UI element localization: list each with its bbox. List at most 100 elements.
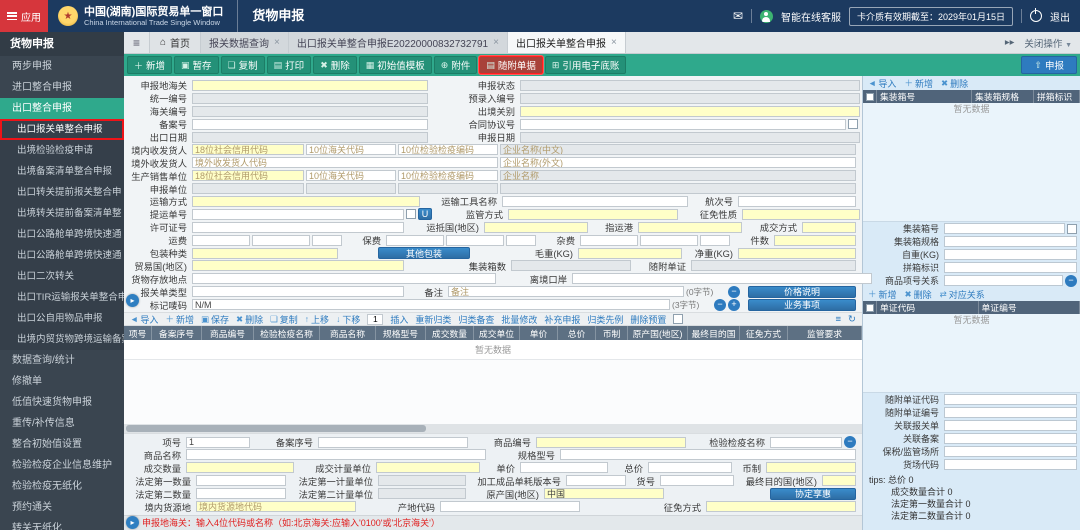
menu-icon[interactable]: ≡: [835, 314, 841, 325]
scrollbar-thumb[interactable]: [126, 425, 426, 432]
contract-checkbox[interactable]: [848, 119, 858, 129]
tab-export-declaration[interactable]: 出口报关单整合申报×: [508, 32, 626, 53]
print-button[interactable]: ▤打印: [267, 56, 312, 74]
mail-icon[interactable]: ✉: [733, 9, 743, 23]
sidebar-item[interactable]: 两步申报: [0, 56, 124, 77]
round-button[interactable]: −: [728, 286, 740, 298]
sidebar-item[interactable]: 转关无纸化: [0, 518, 124, 530]
tab-scroll-icon[interactable]: ▸▸: [1005, 37, 1015, 48]
form-input[interactable]: [446, 235, 504, 246]
form-input[interactable]: [196, 488, 286, 499]
form-input[interactable]: [306, 144, 396, 155]
form-input[interactable]: [500, 157, 856, 168]
form-input[interactable]: [536, 437, 686, 448]
sidebar-item[interactable]: 出口TIR运输报关单整合申: [0, 287, 124, 308]
sidebar-item[interactable]: 出境转关提前备案清单整: [0, 203, 124, 224]
logout-button[interactable]: 退出: [1050, 9, 1070, 24]
other-packing-button[interactable]: 其他包装: [378, 247, 470, 259]
contract-no-input[interactable]: [520, 119, 846, 130]
form-input[interactable]: [398, 170, 498, 181]
form-input[interactable]: [500, 144, 856, 155]
sidebar-item[interactable]: 重传/补传信息: [0, 413, 124, 434]
sidebar-item[interactable]: 出境检验检疫申请: [0, 140, 124, 161]
tab-close-icon[interactable]: ×: [274, 38, 280, 48]
documents-field-input[interactable]: [944, 420, 1077, 431]
export-date-input[interactable]: [192, 132, 428, 143]
sidebar-item[interactable]: 检验检疫企业信息维护: [0, 455, 124, 476]
new-button[interactable]: ＋新增: [127, 56, 172, 74]
tab-export-declaration-doc[interactable]: 出口报关单整合申报E20220000832732791×: [289, 32, 508, 53]
form-input[interactable]: [306, 183, 396, 194]
form-input[interactable]: [192, 222, 404, 233]
container-field-input[interactable]: [944, 249, 1077, 260]
form-input[interactable]: [192, 260, 404, 271]
form-input[interactable]: [252, 235, 310, 246]
form-input[interactable]: [186, 462, 294, 473]
form-input[interactable]: [770, 437, 842, 448]
grid-batch-edit-button[interactable]: 批量修改: [501, 313, 537, 326]
form-input[interactable]: [306, 170, 396, 181]
grid-move-up-button[interactable]: ↑上移: [305, 313, 329, 326]
documents-field-input[interactable]: [944, 407, 1077, 418]
sidebar-item[interactable]: 出境内贸货物跨境运输备案清: [0, 329, 124, 350]
form-input[interactable]: [378, 475, 466, 486]
documents-mapping-button[interactable]: ⇄对应关系: [940, 288, 985, 301]
form-input[interactable]: [580, 235, 638, 246]
record-no-input[interactable]: [192, 119, 428, 130]
form-input[interactable]: [738, 196, 856, 207]
agreement-benefit-button[interactable]: 协定享惠: [770, 488, 856, 500]
sidebar-item[interactable]: 出口公路舱单跨境快速通: [0, 224, 124, 245]
apps-menu-button[interactable]: 应用: [0, 0, 48, 32]
form-input[interactable]: [186, 449, 486, 460]
documents-field-input[interactable]: [944, 459, 1077, 470]
documents-delete-button[interactable]: ✖删除: [905, 288, 932, 301]
grid-import-button[interactable]: ◄导入: [130, 313, 158, 326]
form-input[interactable]: [572, 273, 872, 284]
form-input[interactable]: [318, 437, 468, 448]
checkbox[interactable]: [406, 209, 416, 219]
grid-add-button[interactable]: ＋新增: [165, 313, 194, 326]
form-input[interactable]: [638, 222, 742, 233]
container-field-input[interactable]: [944, 236, 1077, 247]
form-input[interactable]: [192, 299, 670, 310]
horizontal-scrollbar[interactable]: [124, 424, 862, 433]
form-input[interactable]: [700, 235, 730, 246]
grid-copy-button[interactable]: ❏复制: [270, 313, 298, 326]
form-input[interactable]: [706, 501, 856, 512]
form-input[interactable]: [578, 248, 682, 259]
form-input[interactable]: [506, 235, 536, 246]
grid-insert-button[interactable]: 插入: [390, 313, 408, 326]
form-input[interactable]: [448, 286, 684, 297]
sidebar-item[interactable]: 出口公路舱单跨境快速通: [0, 245, 124, 266]
form-input[interactable]: [544, 488, 664, 499]
round-button[interactable]: −: [844, 436, 856, 448]
sidebar-item[interactable]: 出口公自用物品申报: [0, 308, 124, 329]
checkbox[interactable]: [1067, 224, 1077, 234]
sidebar-item[interactable]: 检验检疫无纸化: [0, 476, 124, 497]
form-input[interactable]: [802, 222, 856, 233]
grid-delete-button[interactable]: ✖删除: [236, 313, 263, 326]
documents-field-input[interactable]: [944, 433, 1077, 444]
close-operations-dropdown[interactable]: 关闭操作 ▼: [1024, 36, 1072, 50]
form-input[interactable]: [822, 475, 856, 486]
grid-save-button[interactable]: ▣保存: [201, 313, 229, 326]
tab-close-icon[interactable]: ×: [493, 38, 499, 48]
form-input[interactable]: [500, 183, 856, 194]
sidebar-item[interactable]: 低值快速货物申报: [0, 392, 124, 413]
u-button[interactable]: U: [418, 208, 432, 220]
sidebar-item[interactable]: 出口整合申报: [0, 98, 124, 119]
form-input[interactable]: [738, 248, 856, 259]
form-input[interactable]: [520, 462, 608, 473]
header-checkbox[interactable]: [863, 301, 877, 314]
form-input[interactable]: [192, 248, 338, 259]
container-add-button[interactable]: ＋新增: [904, 77, 933, 90]
sidebar-item[interactable]: 出口转关提前报关整合申: [0, 182, 124, 203]
exit-customs-input[interactable]: [520, 106, 860, 117]
form-input[interactable]: [192, 209, 404, 220]
sidebar-item-export-declaration[interactable]: 出口报关单整合申报: [0, 119, 124, 140]
form-input[interactable]: [640, 235, 698, 246]
grid-classify-precedent-button[interactable]: 归类先例: [587, 313, 623, 326]
declare-date-input[interactable]: [520, 132, 860, 143]
container-import-button[interactable]: ◄导入: [868, 77, 896, 90]
form-input[interactable]: [508, 209, 678, 220]
